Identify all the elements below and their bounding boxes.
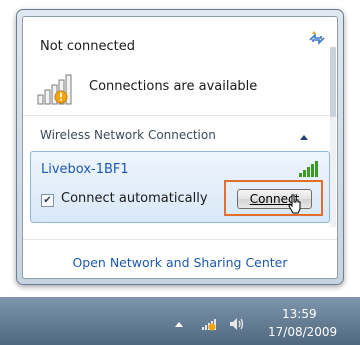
wireless-section-title: Wireless Network Connection	[40, 128, 216, 142]
network-item-livebox[interactable]: Livebox-1BF1 ✔ Connect automatically Con…	[30, 151, 330, 223]
open-network-sharing-center-link[interactable]: Open Network and Sharing Center	[23, 255, 337, 270]
network-tray-icon[interactable]	[201, 317, 219, 331]
divider	[23, 239, 337, 240]
refresh-icon[interactable]	[307, 31, 327, 47]
connect-automatically-checkbox[interactable]: ✔	[41, 194, 54, 207]
taskbar: 13:59 17/08/2009	[0, 297, 360, 345]
network-flyout: Not connected Connections are available …	[16, 9, 344, 285]
scrollbar-thumb[interactable]	[330, 47, 336, 117]
mouse-pointer-icon	[288, 194, 301, 214]
show-hidden-icons-icon[interactable]	[175, 321, 183, 327]
speaker-icon[interactable]	[228, 316, 246, 332]
connections-available-text: Connections are available	[89, 79, 258, 94]
divider	[23, 115, 337, 116]
clock-time[interactable]: 13:59	[282, 307, 317, 321]
clock-date[interactable]: 17/08/2009	[268, 325, 337, 339]
network-name: Livebox-1BF1	[41, 162, 129, 177]
connect-button-highlight: Connect	[224, 180, 323, 216]
signal-bars-available-icon	[37, 74, 72, 105]
signal-bars-icon	[299, 161, 318, 177]
flyout-panel: Not connected Connections are available …	[22, 16, 338, 279]
connection-status-title: Not connected	[40, 39, 135, 54]
chevron-up-icon[interactable]	[299, 133, 309, 141]
connect-automatically-label: Connect automatically	[61, 191, 208, 206]
